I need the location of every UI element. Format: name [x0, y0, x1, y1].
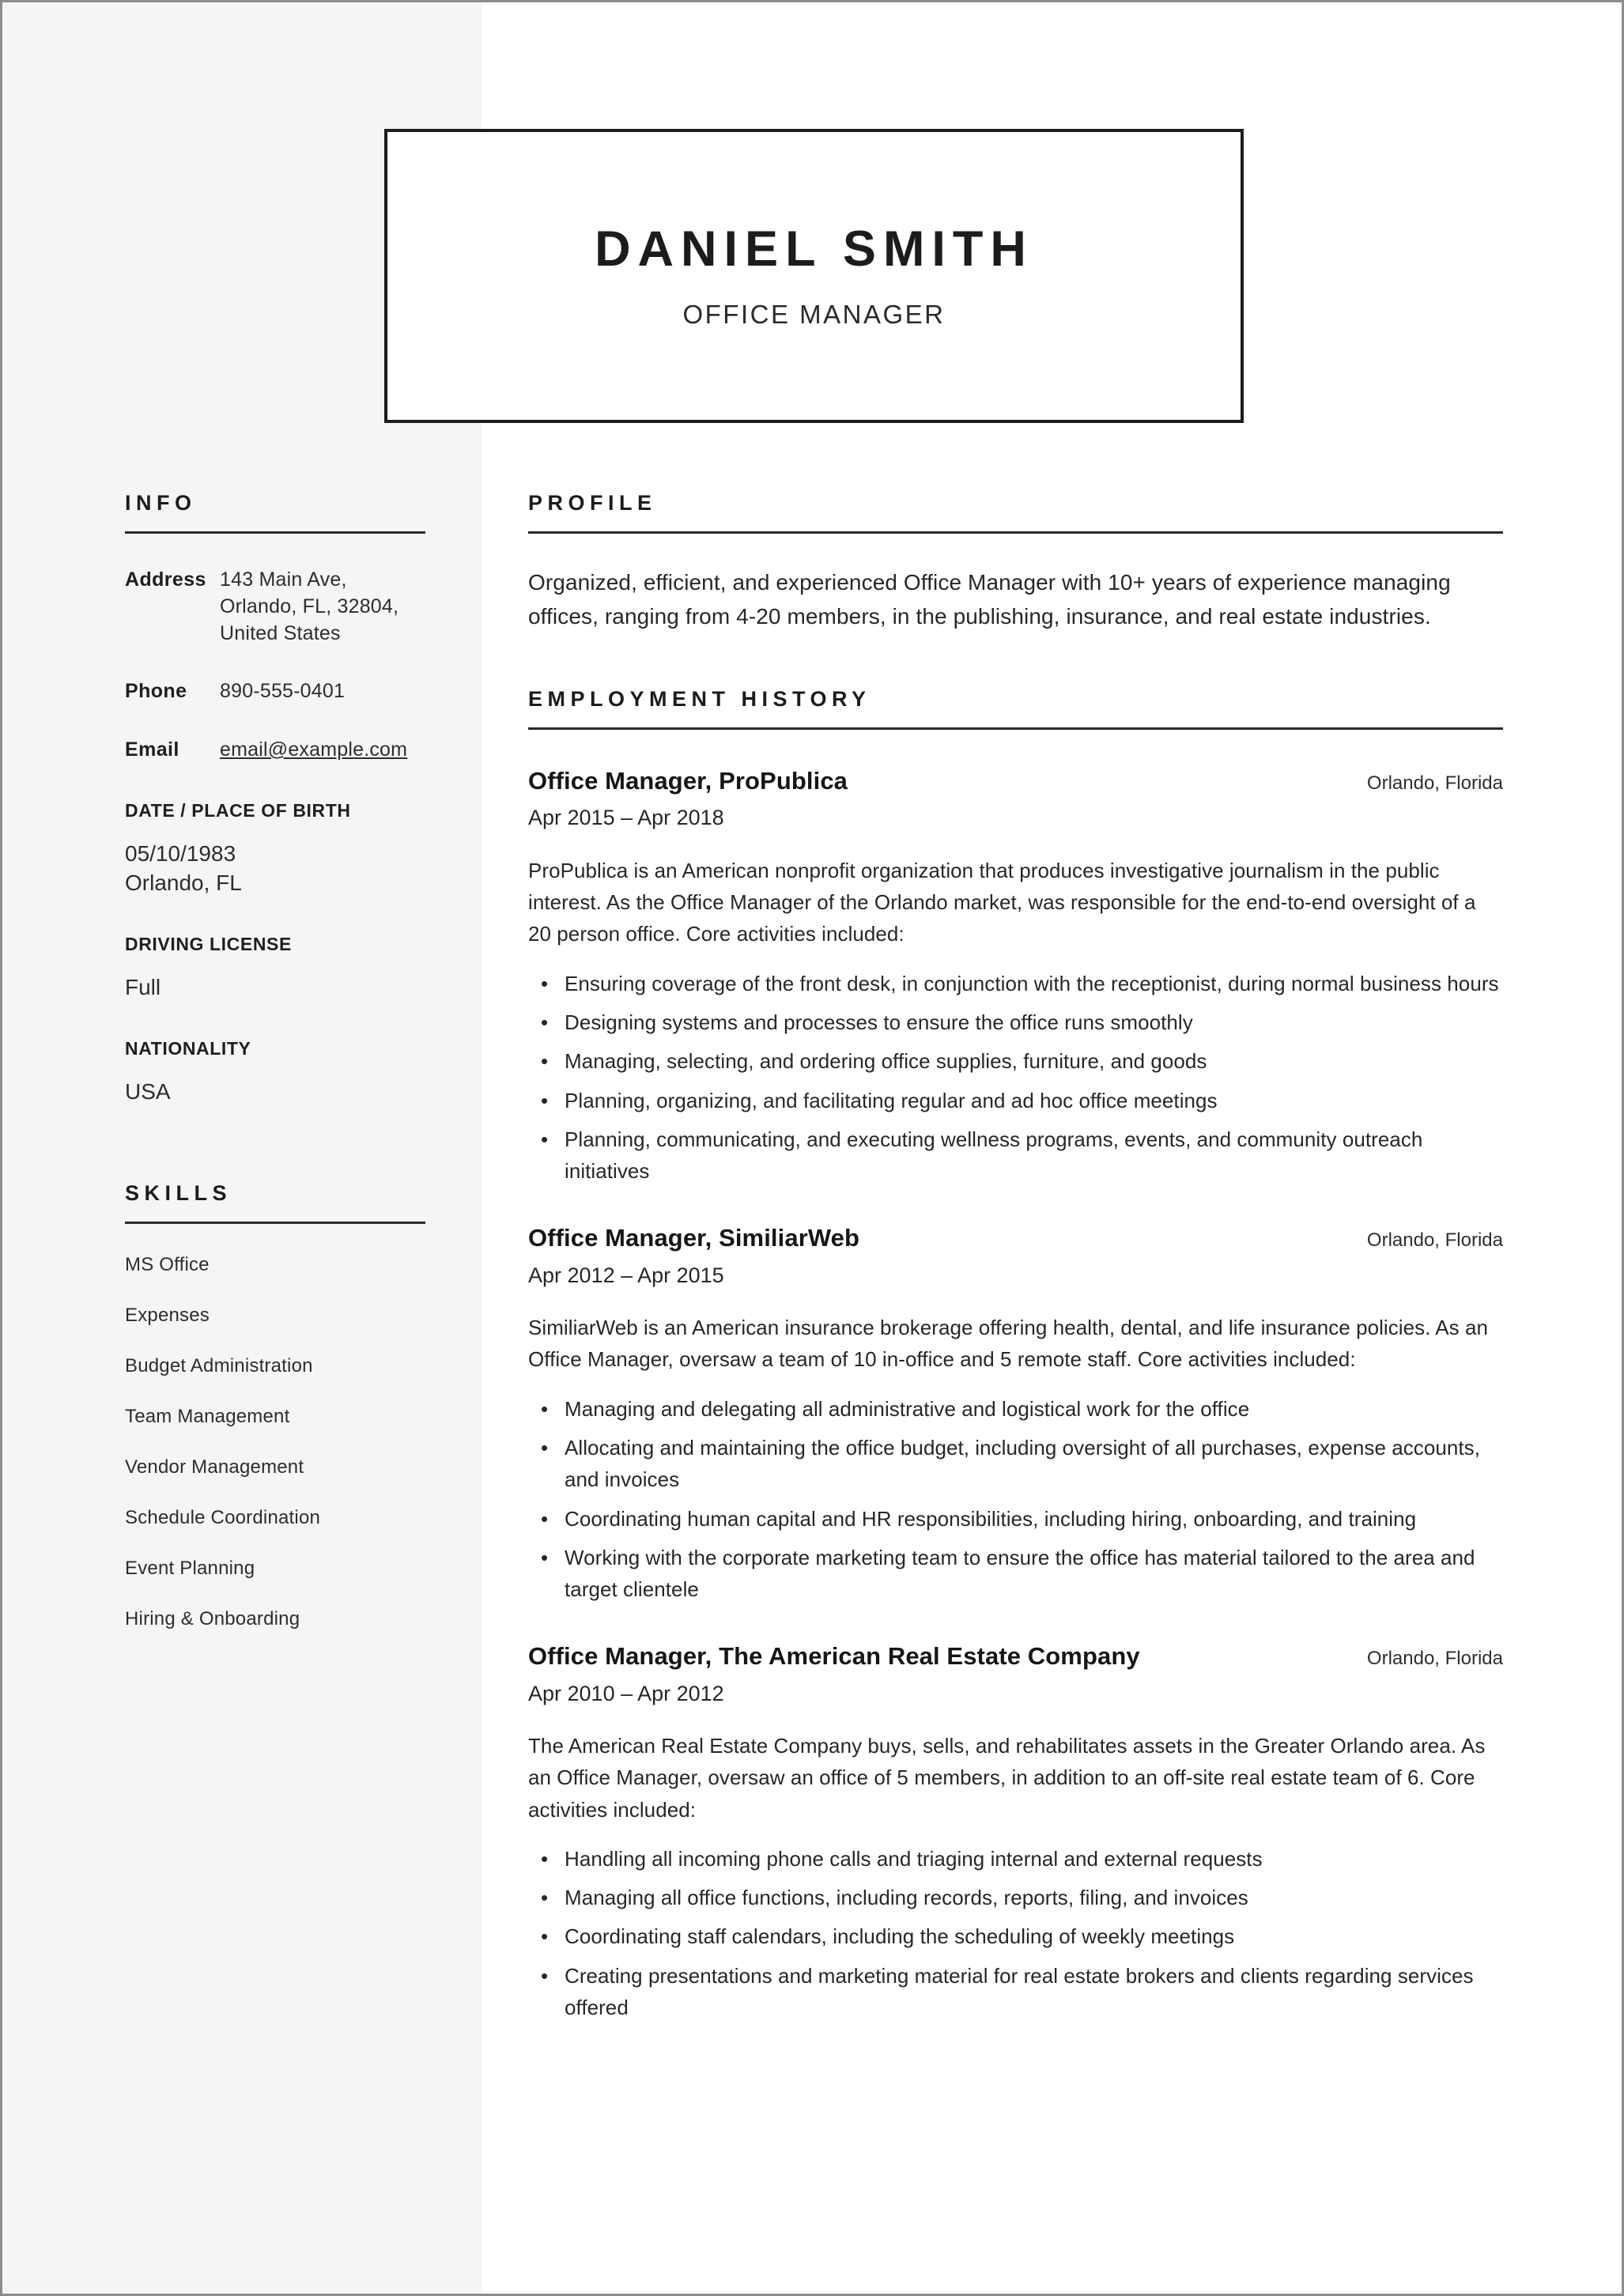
candidate-name: Daniel Smith — [595, 221, 1033, 277]
info-value-phone: 890-555-0401 — [220, 680, 346, 703]
driving-license-heading: Driving License — [125, 934, 292, 955]
employment-heading-rule — [528, 727, 1503, 731]
job-bullet: Planning, communicating, and executing w… — [528, 1123, 1503, 1188]
job-bullet-list: Managing and delegating all administrati… — [528, 1393, 1503, 1606]
info-table: Address 143 Main Ave, Orlando, FL, 32804… — [125, 567, 425, 764]
employment-section: Employment History Office Manager, ProPu… — [528, 689, 1503, 2023]
driving-license-value: Full — [125, 975, 161, 1000]
info-heading: Info — [125, 491, 197, 515]
job-bullet: Designing systems and processes to ensur… — [528, 1006, 1503, 1039]
email-link[interactable]: email@example.com — [220, 738, 407, 761]
info-heading-rule — [125, 531, 425, 534]
job-dates: Apr 2012 – Apr 2015 — [528, 1263, 724, 1287]
skill-item: Expenses — [125, 1304, 210, 1326]
job-bullet: Allocating and maintaining the office bu… — [528, 1432, 1503, 1496]
job-description: The American Real Estate Company buys, s… — [528, 1734, 1486, 1822]
job-entry: Office Manager, ProPublica Orlando, Flor… — [528, 766, 1503, 1187]
job-bullet: Handling all incoming phone calls and tr… — [528, 1843, 1503, 1875]
info-row-phone: Phone 890-555-0401 — [125, 678, 425, 705]
job-header-row: Office Manager, ProPublica Orlando, Flor… — [528, 766, 1503, 795]
job-entry: Office Manager, SimiliarWeb Orlando, Flo… — [528, 1223, 1503, 1605]
nationality-heading: Nationality — [125, 1038, 251, 1059]
skill-item: Vendor Management — [125, 1456, 304, 1478]
info-value-email[interactable]: email@example.com — [220, 737, 407, 764]
job-bullet: Creating presentations and marketing mat… — [528, 1960, 1503, 2024]
skill-item: Schedule Coordination — [125, 1506, 321, 1528]
nationality-value: USA — [125, 1079, 171, 1105]
job-bullet: Managing and delegating all administrati… — [528, 1393, 1503, 1426]
job-bullet-list: Ensuring coverage of the front desk, in … — [528, 968, 1503, 1188]
skills-list: MS Office Expenses Budget Administration… — [125, 1253, 425, 1629]
profile-text: Organized, efficient, and experienced Of… — [528, 570, 1451, 629]
sidebar: Info Address 143 Main Ave, Orlando, FL, … — [125, 493, 425, 1629]
job-bullet: Ensuring coverage of the front desk, in … — [528, 968, 1503, 1000]
birth-value: 05/10/1983 Orlando, FL — [125, 840, 242, 895]
resume-header-box: Daniel Smith Office Manager — [384, 129, 1244, 423]
job-header-row: Office Manager, SimiliarWeb Orlando, Flo… — [528, 1223, 1503, 1252]
candidate-job-title: Office Manager — [682, 300, 946, 329]
job-role: Office Manager, SimiliarWeb — [528, 1224, 860, 1252]
info-label-phone: Phone — [125, 680, 187, 703]
skill-item: Hiring & Onboarding — [125, 1607, 300, 1629]
birth-section: Date / Place of Birth 05/10/1983 Orlando… — [125, 799, 425, 897]
job-entry: Office Manager, The American Real Estate… — [528, 1641, 1503, 2023]
skills-heading-rule — [125, 1221, 425, 1224]
job-dates: Apr 2010 – Apr 2012 — [528, 1681, 724, 1705]
skills-heading: Skills — [125, 1180, 232, 1205]
info-section: Info Address 143 Main Ave, Orlando, FL, … — [125, 493, 425, 764]
job-description: ProPublica is an American nonprofit orga… — [528, 858, 1476, 946]
job-bullet: Planning, organizing, and facilitating r… — [528, 1085, 1503, 1117]
job-location: Orlando, Florida — [1366, 772, 1503, 795]
job-header-row: Office Manager, The American Real Estate… — [528, 1641, 1503, 1671]
info-label-address: Address — [125, 568, 206, 591]
info-label-email: Email — [125, 738, 179, 761]
job-description: SimiliarWeb is an American insurance bro… — [528, 1316, 1489, 1372]
job-role: Office Manager, ProPublica — [528, 767, 848, 795]
profile-section: Profile Organized, efficient, and experi… — [528, 493, 1503, 633]
job-bullet: Coordinating staff calendars, including … — [528, 1920, 1503, 1953]
profile-heading-rule — [528, 531, 1503, 534]
skill-item: Event Planning — [125, 1557, 255, 1579]
job-role: Office Manager, The American Real Estate… — [528, 1642, 1140, 1671]
job-bullet: Managing all office functions, including… — [528, 1882, 1503, 1914]
birth-heading: Date / Place of Birth — [125, 799, 351, 821]
job-bullet-list: Handling all incoming phone calls and tr… — [528, 1843, 1503, 2023]
nationality-section: Nationality USA — [125, 1040, 425, 1106]
skills-section: Skills MS Office Expenses Budget Adminis… — [125, 1180, 425, 1629]
skill-item: MS Office — [125, 1253, 210, 1275]
main-column: Profile Organized, efficient, and experi… — [528, 493, 1503, 2023]
driving-license-section: Driving License Full — [125, 935, 425, 1002]
profile-heading: Profile — [528, 491, 657, 515]
job-dates: Apr 2015 – Apr 2018 — [528, 806, 724, 830]
employment-heading: Employment History — [528, 687, 871, 712]
job-location: Orlando, Florida — [1366, 1229, 1503, 1252]
job-bullet: Working with the corporate marketing tea… — [528, 1542, 1503, 1606]
info-row-address: Address 143 Main Ave, Orlando, FL, 32804… — [125, 567, 425, 647]
info-value-address: 143 Main Ave, Orlando, FL, 32804, United… — [220, 568, 399, 644]
info-row-email: Email email@example.com — [125, 737, 425, 764]
resume-page: Daniel Smith Office Manager Info Address… — [0, 0, 1624, 2296]
job-bullet: Managing, selecting, and ordering office… — [528, 1045, 1503, 1078]
skill-item: Budget Administration — [125, 1354, 313, 1376]
skill-item: Team Management — [125, 1405, 290, 1427]
job-bullet: Coordinating human capital and HR respon… — [528, 1503, 1503, 1535]
job-location: Orlando, Florida — [1366, 1648, 1503, 1670]
